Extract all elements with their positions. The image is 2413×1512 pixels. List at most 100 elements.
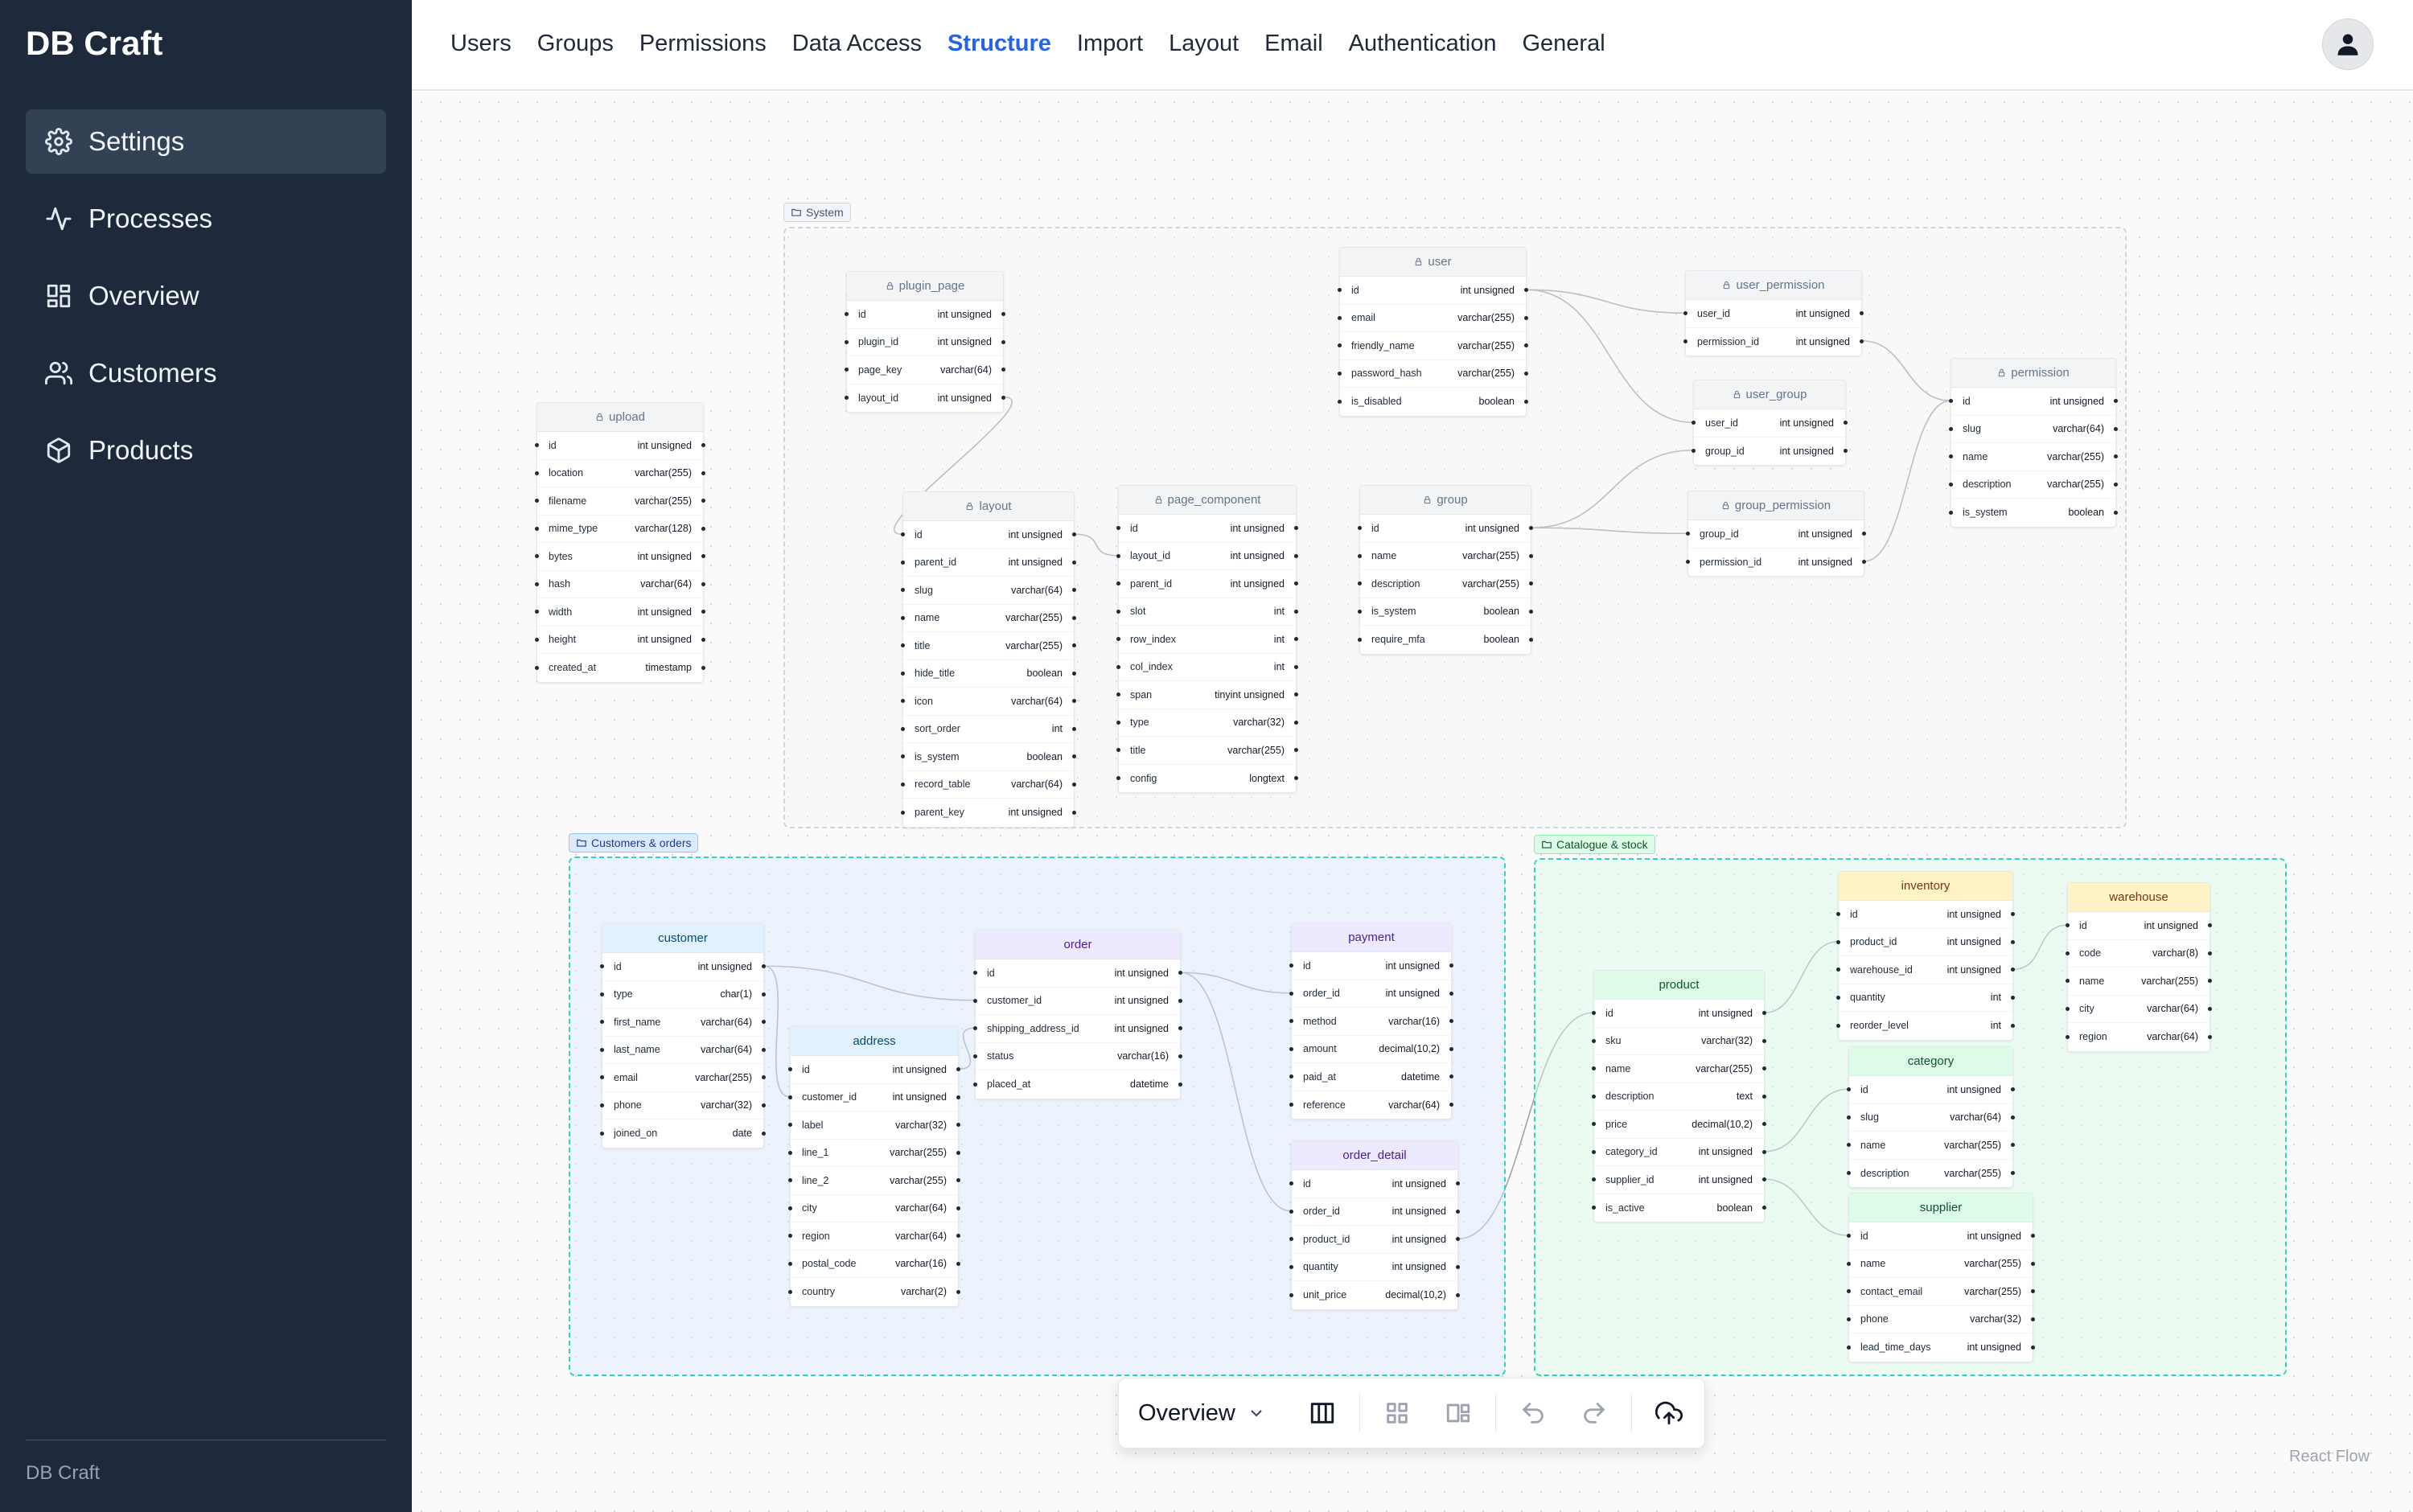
table-warehouse[interactable]: warehouse id int unsigned code varchar(8) nam…: [2066, 882, 2212, 1052]
column-row[interactable]: joined_on date: [600, 1120, 766, 1148]
sidebar-item-customers[interactable]: Customers: [26, 341, 386, 405]
column-row[interactable]: id int unsigned: [973, 959, 1182, 988]
column-row[interactable]: last_name varchar(64): [600, 1037, 766, 1064]
column-row[interactable]: filename varchar(255): [535, 487, 705, 516]
column-row[interactable]: quantity int unsigned: [1289, 1254, 1460, 1281]
column-row[interactable]: id int unsigned: [901, 521, 1076, 549]
column-row[interactable]: require_mfa boolean: [1358, 626, 1533, 654]
column-row[interactable]: span tinyint unsigned: [1116, 681, 1298, 709]
column-row[interactable]: height int unsigned: [535, 627, 705, 654]
column-row[interactable]: hide_title boolean: [901, 660, 1076, 688]
column-row[interactable]: record_table varchar(64): [901, 771, 1076, 799]
column-row[interactable]: layout_id int unsigned: [845, 384, 1005, 413]
column-row[interactable]: id int unsigned: [1289, 1170, 1460, 1198]
column-row[interactable]: parent_id int unsigned: [901, 549, 1076, 577]
table-order[interactable]: order id int unsigned customer_id int unsign…: [973, 930, 1182, 1099]
table-customer[interactable]: customer id int unsigned type char(1) first_n…: [600, 923, 766, 1148]
column-row[interactable]: title varchar(255): [901, 632, 1076, 660]
column-row[interactable]: name varchar(255): [1847, 1132, 2015, 1160]
tab-users[interactable]: Users: [450, 31, 512, 57]
column-row[interactable]: postal_code varchar(16): [788, 1251, 960, 1278]
table-inventory[interactable]: inventory id int unsigned product_id int uns…: [1836, 871, 2015, 1041]
column-row[interactable]: slug varchar(64): [1847, 1104, 2015, 1132]
column-row[interactable]: row_index int: [1116, 626, 1298, 654]
group-label-system[interactable]: System: [783, 203, 851, 222]
sidebar-item-processes[interactable]: Processes: [26, 187, 386, 251]
column-row[interactable]: created_at timestamp: [535, 654, 705, 682]
column-row[interactable]: config longtext: [1116, 765, 1298, 793]
tab-groups[interactable]: Groups: [537, 31, 614, 57]
column-row[interactable]: reorder_level int: [1836, 1012, 2015, 1040]
column-row[interactable]: contact_email varchar(255): [1847, 1278, 2035, 1306]
column-row[interactable]: country varchar(2): [788, 1278, 960, 1306]
table-upload[interactable]: upload id int unsigned location varchar(255)…: [535, 402, 705, 683]
column-row[interactable]: is_system boolean: [1358, 598, 1533, 626]
column-row[interactable]: amount decimal(10,2): [1289, 1036, 1453, 1063]
column-row[interactable]: region varchar(64): [788, 1222, 960, 1251]
column-row[interactable]: is_system boolean: [901, 743, 1076, 771]
column-row[interactable]: is_active boolean: [1592, 1194, 1766, 1222]
react-flow-attribution[interactable]: React Flow: [2289, 1448, 2370, 1466]
column-row[interactable]: customer_id int unsigned: [973, 988, 1182, 1015]
column-row[interactable]: name varchar(255): [1358, 543, 1533, 570]
column-row[interactable]: placed_at datetime: [973, 1070, 1182, 1099]
column-row[interactable]: title varchar(255): [1116, 737, 1298, 765]
column-row[interactable]: group_id int unsigned: [1686, 520, 1866, 549]
column-row[interactable]: description varchar(255): [1949, 471, 2118, 499]
auto-arrange-button[interactable]: [1435, 1390, 1482, 1436]
column-row[interactable]: id int unsigned: [1289, 952, 1453, 980]
column-row[interactable]: id int unsigned: [2066, 912, 2212, 940]
column-row[interactable]: lead_time_days int unsigned: [1847, 1333, 2035, 1362]
column-row[interactable]: page_key varchar(64): [845, 356, 1005, 384]
column-row[interactable]: supplier_id int unsigned: [1592, 1166, 1766, 1194]
column-row[interactable]: unit_price decimal(10,2): [1289, 1281, 1460, 1309]
table-permission[interactable]: permission id int unsigned slug varchar(64) n…: [1949, 358, 2118, 528]
sidebar-item-settings[interactable]: Settings: [26, 109, 386, 174]
column-row[interactable]: paid_at datetime: [1289, 1063, 1453, 1091]
table-user[interactable]: user id int unsigned email varchar(255) frien…: [1338, 247, 1528, 417]
column-row[interactable]: col_index int: [1116, 654, 1298, 681]
column-row[interactable]: id int unsigned: [535, 432, 705, 460]
table-supplier[interactable]: supplier id int unsigned name varchar(255) co…: [1847, 1193, 2035, 1362]
column-row[interactable]: order_id int unsigned: [1289, 1198, 1460, 1226]
column-row[interactable]: id int unsigned: [600, 953, 766, 981]
table-user-group[interactable]: user_group user_id int unsigned group_id int…: [1692, 380, 1848, 466]
column-row[interactable]: parent_id int unsigned: [1116, 570, 1298, 598]
column-row[interactable]: permission_id int unsigned: [1686, 549, 1866, 577]
column-row[interactable]: description varchar(255): [1358, 570, 1533, 598]
column-row[interactable]: mime_type varchar(128): [535, 516, 705, 543]
column-row[interactable]: id int unsigned: [1338, 277, 1528, 305]
columns-view-button[interactable]: [1299, 1390, 1346, 1436]
tab-authentication[interactable]: Authentication: [1349, 31, 1497, 57]
column-row[interactable]: user_id int unsigned: [1683, 300, 1864, 328]
table-payment[interactable]: payment id int unsigned order_id int unsigne…: [1289, 922, 1453, 1120]
column-row[interactable]: permission_id int unsigned: [1683, 328, 1864, 356]
column-row[interactable]: quantity int: [1836, 984, 2015, 1012]
table-group-permission[interactable]: group_permission group_id int unsigned perm…: [1686, 491, 1866, 577]
tab-structure[interactable]: Structure: [948, 31, 1051, 57]
column-row[interactable]: id int unsigned: [1836, 901, 2015, 929]
column-row[interactable]: method varchar(16): [1289, 1008, 1453, 1036]
column-row[interactable]: width int unsigned: [535, 598, 705, 627]
column-row[interactable]: group_id int unsigned: [1692, 438, 1848, 466]
user-avatar-button[interactable]: [2322, 18, 2374, 70]
column-row[interactable]: product_id int unsigned: [1289, 1226, 1460, 1254]
table-group[interactable]: group id int unsigned name varchar(255) descr…: [1358, 485, 1533, 655]
column-row[interactable]: id int unsigned: [1116, 515, 1298, 543]
tab-layout[interactable]: Layout: [1169, 31, 1239, 57]
tab-import[interactable]: Import: [1077, 31, 1143, 57]
group-label-catalogue-stock[interactable]: Catalogue & stock: [1534, 835, 1655, 854]
column-row[interactable]: user_id int unsigned: [1692, 409, 1848, 438]
column-row[interactable]: location varchar(255): [535, 460, 705, 487]
column-row[interactable]: sku varchar(32): [1592, 1028, 1766, 1055]
column-row[interactable]: category_id int unsigned: [1592, 1139, 1766, 1166]
column-row[interactable]: label varchar(32): [788, 1111, 960, 1140]
publish-button[interactable]: [1646, 1390, 1692, 1436]
column-row[interactable]: slug varchar(64): [1949, 416, 2118, 443]
grid-layout-button[interactable]: [1374, 1390, 1420, 1436]
group-label-customers-orders[interactable]: Customers & orders: [569, 833, 699, 853]
column-row[interactable]: plugin_id int unsigned: [845, 329, 1005, 356]
column-row[interactable]: icon varchar(64): [901, 688, 1076, 716]
column-row[interactable]: warehouse_id int unsigned: [1836, 956, 2015, 984]
table-plugin-page[interactable]: plugin_page id int unsigned plugin_id int un…: [845, 271, 1005, 413]
